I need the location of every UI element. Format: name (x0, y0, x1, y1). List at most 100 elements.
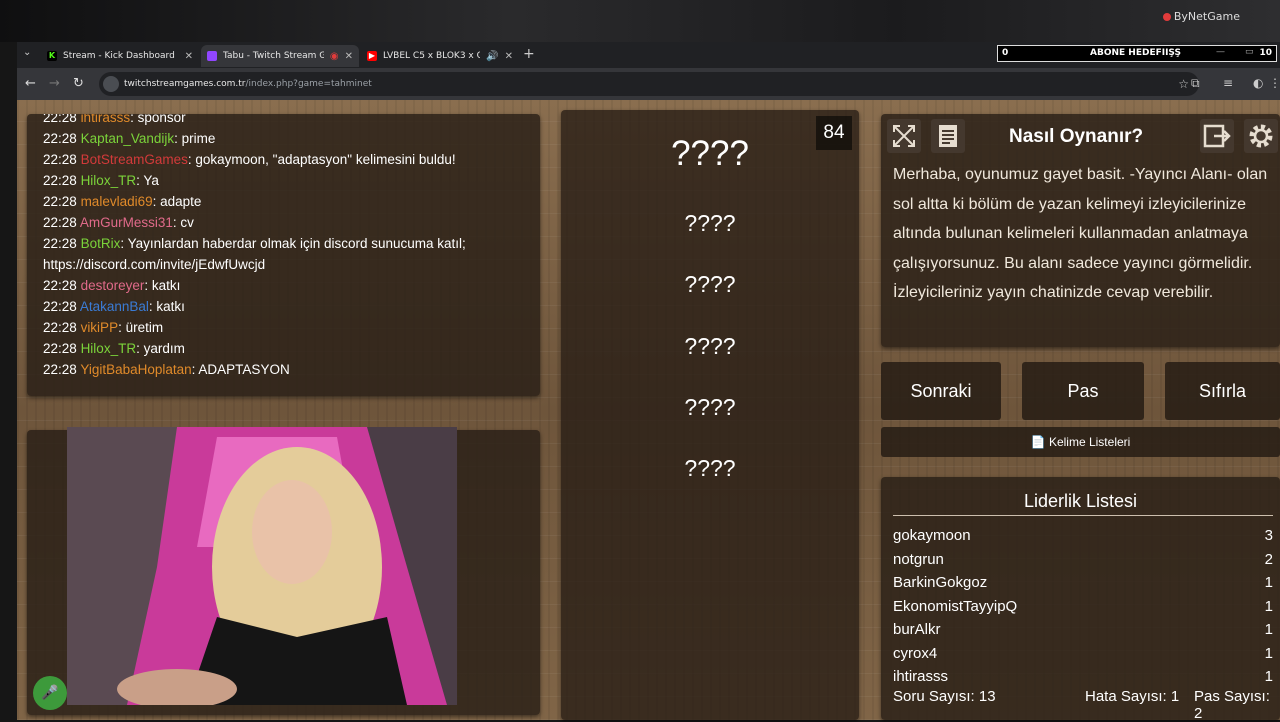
bookmark-star-icon[interactable]: ☆ (1178, 77, 1189, 91)
chat-timestamp: 22:28 (43, 278, 77, 293)
chat-timestamp: 22:28 (43, 173, 77, 188)
player-name: cyrox4 (893, 644, 938, 662)
player-name: gokaymoon (893, 527, 971, 544)
chat-message: 22:28 Hilox_TR: Ya (43, 173, 159, 188)
tab-close-icon[interactable]: ✕ (505, 51, 513, 62)
reload-icon[interactable]: ↻ (73, 76, 84, 91)
logout-icon[interactable] (1200, 119, 1234, 153)
chat-username[interactable]: BotRix (81, 236, 121, 251)
word-lists-button[interactable]: 📄 Kelime Listeleri (881, 427, 1280, 457)
chat-timestamp: 22:28 (43, 215, 77, 230)
player-score: 1 (1264, 668, 1273, 685)
chat-text: yardım (143, 341, 185, 356)
chat-text: ADAPTASYON (198, 362, 290, 377)
back-arrow-icon[interactable]: ← (25, 76, 36, 91)
chat-username[interactable]: Kaptan_Vandijk (81, 131, 175, 146)
tab-youtube-music[interactable]: ▶ LVBEL C5 x BLOK3 x ORGAN 🔊 ✕ (361, 45, 519, 67)
chat-username[interactable]: ihtirasss (81, 114, 131, 125)
webcam-image (67, 427, 457, 705)
chat-timestamp: 22:28 (43, 362, 77, 377)
chat-username[interactable]: destoreyer (81, 278, 145, 293)
url-path: /index.php?game=tahminet (245, 79, 372, 89)
pass-count: Pas Sayısı: 2 (1194, 688, 1270, 722)
site-info-icon[interactable] (103, 76, 119, 92)
forward-arrow-icon[interactable]: → (49, 76, 60, 91)
tab-bar: ⌄ K Stream - Kick Dashboard ✕ Tabu - Twi… (17, 42, 1280, 68)
chat-text: Yayınlardan haberdar olmak için discord … (127, 236, 466, 251)
chat-timestamp: 22:28 (43, 236, 77, 251)
chat-message: 22:28 AmGurMessi31: cv (43, 215, 194, 230)
chat-username[interactable]: AmGurMessi31 (80, 215, 173, 230)
divider (893, 515, 1273, 516)
chat-message: https://discord.com/invite/jEdwfUwcjd (43, 257, 265, 272)
chat-timestamp: 22:28 (43, 320, 77, 335)
pass-button[interactable]: Pas (1022, 362, 1144, 420)
new-tab-button[interactable]: + (523, 46, 535, 62)
chat-message: 22:28 ihtirasss: sponsor (43, 114, 186, 125)
chat-username[interactable]: vikiPP (81, 320, 119, 335)
chat-username[interactable]: Hilox_TR (81, 341, 137, 356)
player-score: 2 (1264, 550, 1273, 568)
desktop-background (0, 0, 1280, 42)
how-to-play-title: Nasıl Oynanır? (1009, 126, 1144, 147)
kick-favicon-icon: K (47, 51, 57, 61)
main-word: ???? (671, 134, 749, 173)
speaker-icon[interactable]: 🔊 (486, 51, 498, 62)
brand-text: ByNetGame (1173, 10, 1240, 23)
reset-button[interactable]: Sıfırla (1165, 362, 1280, 420)
question-count: Soru Sayısı: 13 (893, 688, 996, 705)
url-host: twitchstreamgames.com.tr (124, 79, 246, 89)
player-score: 3 (1264, 527, 1273, 544)
player-score: 1 (1264, 597, 1273, 615)
next-button[interactable]: Sonraki (881, 362, 1001, 420)
brand-logo-icon (1162, 13, 1171, 21)
chat-message: 22:28 malevladi69: adapte (43, 194, 202, 209)
goal-title: ABONE HEDEFIIŞŞ (1090, 48, 1181, 58)
tab-search-chevron-icon[interactable]: ⌄ (23, 47, 31, 58)
extensions-icon[interactable]: ⧉ (1191, 76, 1200, 91)
forbidden-word: ???? (684, 455, 736, 481)
chat-username[interactable]: BotStreamGames (81, 152, 188, 167)
profile-icon[interactable]: ◐ (1253, 76, 1263, 90)
player-name: BarkinGokgoz (893, 574, 988, 591)
subscriber-goal-overlay: 0 ABONE HEDEFIIŞŞ — ▭ 10 (997, 45, 1277, 62)
chat-text: sponsor (137, 114, 186, 125)
chat-text: adapte (160, 194, 202, 209)
chat-timestamp: 22:28 (43, 131, 77, 146)
media-control-icon[interactable]: ≡ (1223, 76, 1233, 90)
chat-username[interactable]: YigitBabaHoplatan (80, 362, 191, 377)
chat-text: katkı (151, 278, 181, 293)
chat-timestamp: 22:28 (43, 341, 77, 356)
fullscreen-icon[interactable] (887, 119, 921, 153)
tab-title: Stream - Kick Dashboard (63, 51, 175, 61)
microphone-button[interactable]: 🎤 (33, 676, 67, 710)
player-name: notgrun (893, 550, 944, 568)
chat-username[interactable]: Hilox_TR (81, 173, 137, 188)
chat-text: Ya (143, 173, 159, 188)
brand-watermark: ByNetGame (1162, 10, 1240, 23)
chat-username[interactable]: AtakannBal (80, 299, 149, 314)
chat-timestamp: 22:28 (43, 114, 77, 125)
menu-kebab-icon[interactable]: ⋮ (1269, 76, 1280, 90)
tab-close-icon[interactable]: ✕ (345, 51, 353, 62)
forbidden-word: ???? (684, 210, 736, 236)
webcam-feed (67, 427, 457, 705)
chat-timestamp: 22:28 (43, 194, 77, 209)
word-lists-label: Kelime Listeleri (1048, 435, 1131, 449)
window-controls[interactable]: — ▭ (1216, 47, 1254, 57)
tab-kick-dashboard[interactable]: K Stream - Kick Dashboard ✕ (41, 45, 199, 67)
player-name: ihtirasss (893, 668, 949, 685)
chat-username[interactable]: malevladi69 (81, 194, 153, 209)
chat-timestamp: 22:28 (43, 152, 77, 167)
list-icon: 📄 (1030, 435, 1046, 449)
url-bar[interactable]: twitchstreamgames.com.tr/index.php?game=… (99, 72, 1199, 96)
settings-gear-icon[interactable] (1244, 119, 1278, 153)
chat-text: gokaymoon, "adaptasyon" kelimesini buldu… (195, 152, 456, 167)
chat-message: 22:28 destoreyer: katkı (43, 278, 181, 293)
forbidden-word: ???? (684, 333, 736, 359)
tab-tabu-game[interactable]: Tabu - Twitch Stream Game ◉ ✕ (201, 45, 359, 67)
chat-message: 22:28 Hilox_TR: yardım (43, 341, 185, 356)
chat-message: 22:28 BotRix: Yayınlardan haberdar olmak… (43, 236, 466, 251)
tab-close-icon[interactable]: ✕ (185, 51, 193, 62)
document-icon[interactable] (931, 119, 965, 153)
